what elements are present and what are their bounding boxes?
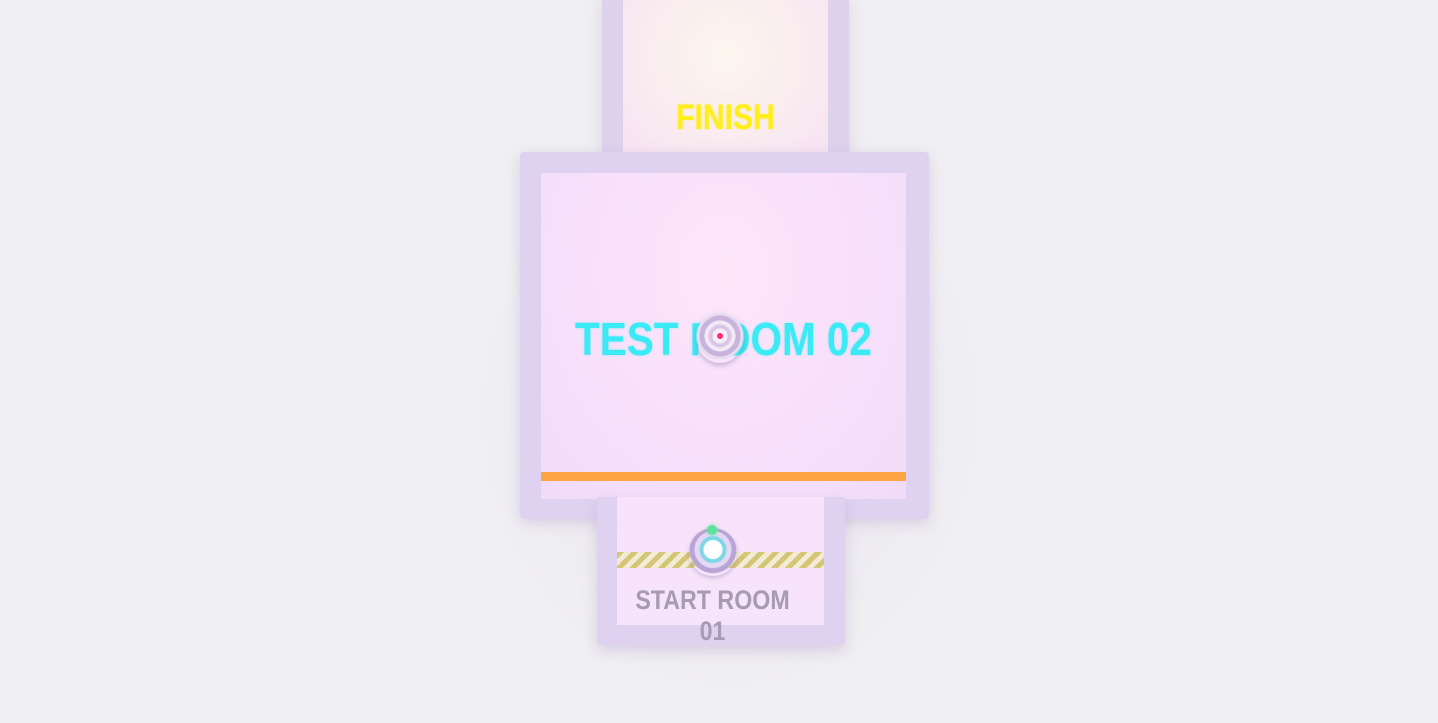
checkpoint-line <box>541 472 906 481</box>
game-world: FINISH TEST ROOM 02 START ROOM 01 <box>0 0 1438 723</box>
turret-core-icon <box>717 333 723 339</box>
start-room-label: START ROOM 01 <box>635 585 790 646</box>
player-ball-icon[interactable] <box>689 528 737 576</box>
finish-label: FINISH <box>676 98 775 137</box>
player-indicator-icon <box>707 525 717 535</box>
